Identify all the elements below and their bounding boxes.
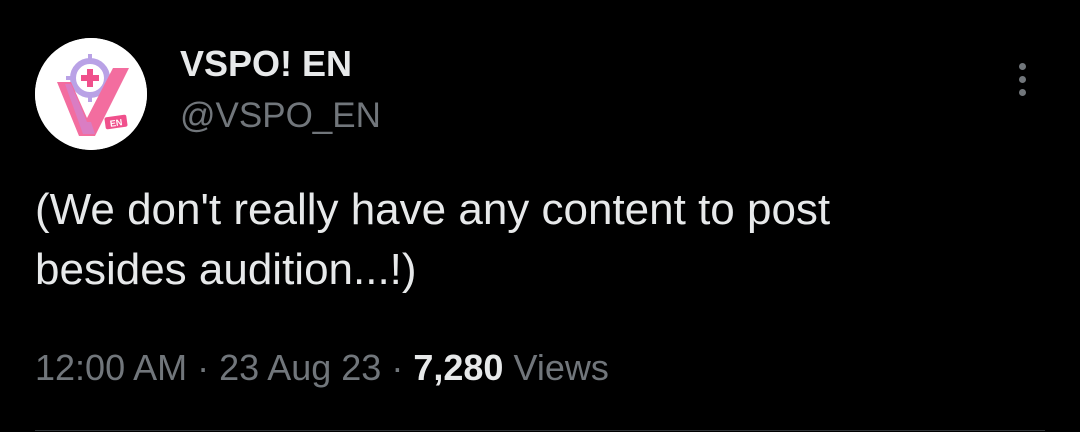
tweet-text: (We don't really have any content to pos…	[35, 180, 1035, 300]
more-vertical-icon	[1019, 63, 1026, 70]
avatar[interactable]: EN	[35, 38, 147, 150]
tweet-date[interactable]: 23 Aug 23	[219, 347, 381, 388]
views-count[interactable]: 7,280	[413, 347, 503, 388]
more-vertical-icon	[1019, 76, 1026, 83]
vspo-logo-icon: EN	[35, 38, 147, 150]
views-label: Views	[513, 347, 609, 388]
tweet-text-line: besides audition...!)	[35, 245, 417, 294]
tweet-meta: 12:00 AM · 23 Aug 23 · 7,280 Views	[35, 345, 609, 391]
user-handle[interactable]: @VSPO_EN	[180, 95, 381, 137]
more-vertical-icon	[1019, 89, 1026, 96]
meta-separator: ·	[391, 347, 404, 388]
meta-separator: ·	[197, 347, 210, 388]
display-name[interactable]: VSPO! EN	[180, 42, 352, 86]
tweet-card: EN VSPO! EN @VSPO_EN (We don't really ha…	[0, 0, 1080, 432]
tweet-time[interactable]: 12:00 AM	[35, 347, 187, 388]
tweet-text-line: (We don't really have any content to pos…	[35, 185, 831, 234]
divider	[35, 430, 1045, 431]
svg-text:EN: EN	[109, 117, 123, 129]
more-options-button[interactable]	[1006, 60, 1040, 100]
